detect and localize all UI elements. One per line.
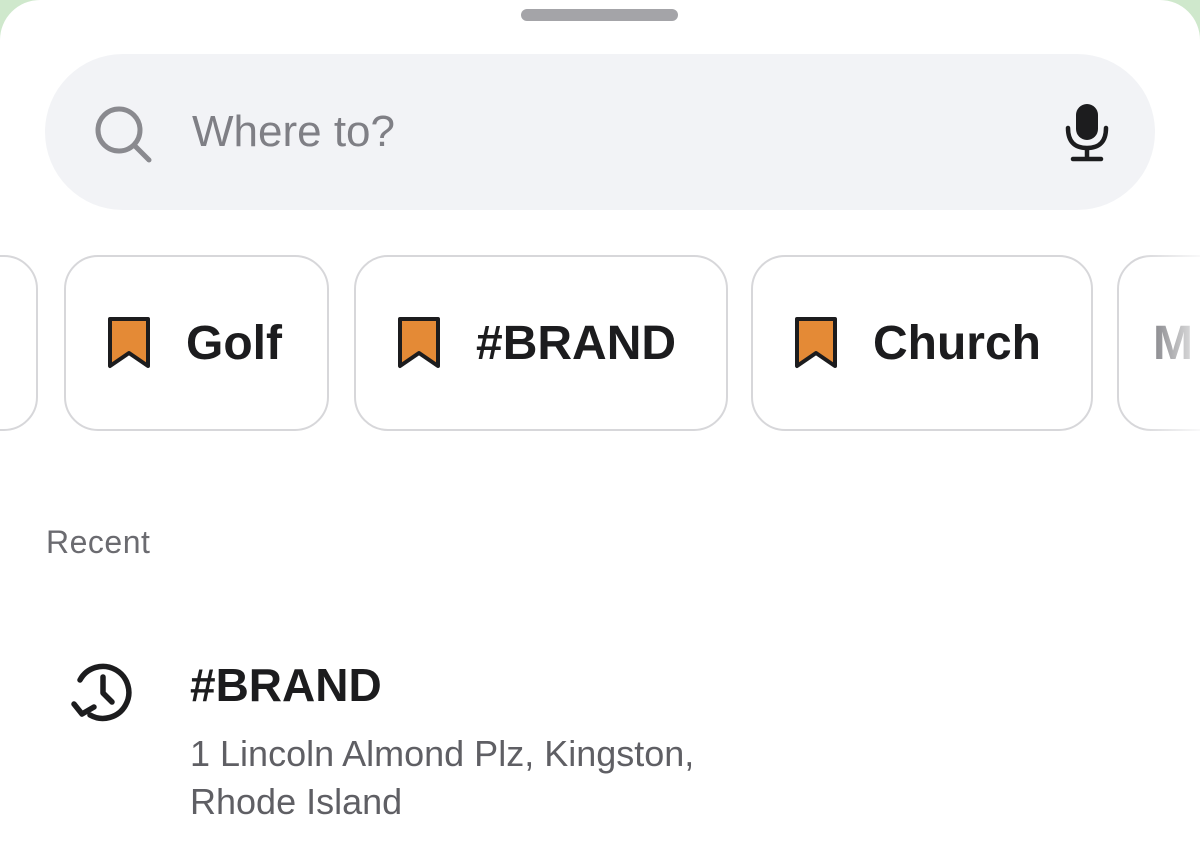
category-chip-church[interactable]: Church: [751, 255, 1093, 431]
recent-item-address: 1 Lincoln Almond Plz, Kingston, Rhode Is…: [190, 733, 695, 822]
bookmark-icon: [398, 317, 440, 368]
recent-section-title: Recent: [46, 524, 151, 560]
microphone-icon[interactable]: [1063, 102, 1111, 164]
category-chip-label: Church: [873, 316, 1041, 370]
category-chip-partial-right[interactable]: M: [1117, 255, 1200, 431]
bottom-sheet: Golf #BRAND Church M Recent #BRAND 1 Lin…: [0, 0, 1200, 865]
bookmark-icon: [108, 317, 150, 368]
category-chip-label: Golf: [186, 316, 282, 370]
recent-list-item[interactable]: #BRAND 1 Lincoln Almond Plz, Kingston, R…: [40, 640, 1160, 840]
recent-item-title: #BRAND: [190, 659, 382, 711]
search-icon[interactable]: [93, 104, 153, 164]
category-chips-row: Golf #BRAND Church M: [0, 255, 1200, 435]
category-chip-partial-left[interactable]: [0, 255, 38, 431]
category-chip-brand[interactable]: #BRAND: [354, 255, 728, 431]
category-chip-golf[interactable]: Golf: [64, 255, 329, 431]
sheet-grabber-handle[interactable]: [521, 9, 678, 21]
category-chip-label: #BRAND: [476, 316, 677, 370]
bookmark-icon: [795, 317, 837, 368]
history-icon: [71, 663, 132, 722]
search-input[interactable]: [192, 102, 952, 162]
category-chip-label: M: [1153, 316, 1193, 370]
